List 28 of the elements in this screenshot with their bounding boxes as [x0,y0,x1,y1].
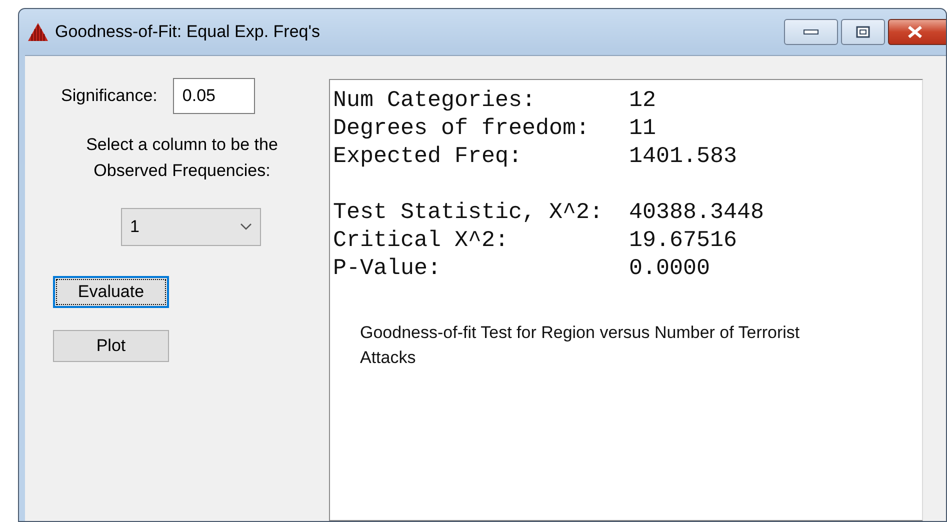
output-value: 40388.3448 [629,198,764,226]
minimize-button[interactable] [784,19,838,45]
close-button[interactable] [888,19,946,45]
output-value: 0.0000 [629,254,710,282]
significance-field[interactable]: 0.05 [173,78,256,114]
chevron-down-icon [240,223,252,231]
evaluate-button[interactable]: Evaluate [53,276,169,308]
output-label: P-Value: [333,254,442,282]
maximize-button[interactable] [841,19,885,45]
significance-label: Significance: [61,85,158,108]
column-dropdown[interactable]: 1 [121,208,261,246]
output-value: 19.67516 [629,226,738,254]
close-icon [907,25,923,39]
note-text: Goodness-of-fit Test for Region versus Number of Terrorist Attacks [360,322,801,369]
output-value: 12 [629,86,656,114]
output-label: Degrees of freedom: [333,114,591,142]
column-prompt: Select a column to be the Observed Frequencies: [85,134,279,182]
output-value: 1401.583 [629,142,738,170]
output-value: 11 [629,114,656,142]
output-label: Expected Freq: [333,142,524,170]
output-label: Critical X^2: [333,226,510,254]
minimize-icon [803,29,819,35]
window-title: Goodness-of-Fit: Equal Exp. Freq's [55,21,320,44]
plot-button[interactable]: Plot [53,330,169,362]
maximize-icon [856,26,870,38]
output-label: Test Statistic, X^2: [333,198,604,226]
app-icon [27,22,49,42]
output-label: Num Categories: [333,86,537,114]
